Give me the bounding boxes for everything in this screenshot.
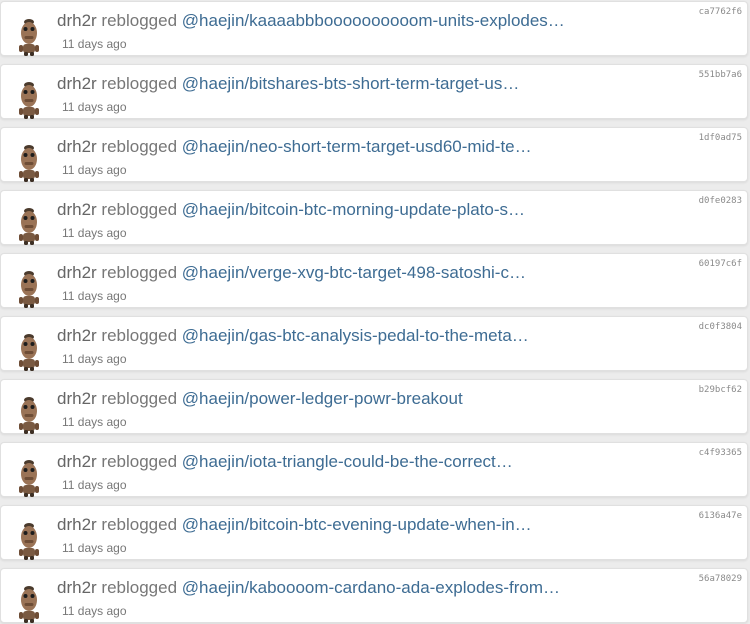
activity-line: drh2r reblogged @haejin/neo-short-term-t… (57, 137, 532, 157)
robot-avatar-icon[interactable] (15, 14, 43, 56)
feed-item: drh2r reblogged @haejin/power-ledger-pow… (0, 379, 748, 434)
feed-item: drh2r reblogged @haejin/bitcoin-btc-morn… (0, 190, 748, 245)
transaction-hash[interactable]: d0fe0283 (699, 196, 742, 206)
feed-item: drh2r reblogged @haejin/kaaaabbboooooooo… (0, 1, 748, 56)
timestamp: 11 days ago (62, 289, 127, 303)
transaction-hash[interactable]: 1df0ad75 (699, 133, 742, 143)
robot-avatar-icon[interactable] (15, 140, 43, 182)
activity-line: drh2r reblogged @haejin/verge-xvg-btc-ta… (57, 263, 526, 283)
post-link[interactable]: @haejin/kaboooom-cardano-ada-explodes-fr… (182, 578, 560, 597)
activity-line: drh2r reblogged @haejin/power-ledger-pow… (57, 389, 463, 409)
author-name[interactable]: drh2r (57, 389, 97, 408)
timestamp: 11 days ago (62, 352, 127, 366)
transaction-hash[interactable]: ca7762f6 (699, 7, 742, 17)
post-link[interactable]: @haejin/bitcoin-btc-evening-update-when-… (182, 515, 532, 534)
timestamp: 11 days ago (62, 226, 127, 240)
robot-avatar-icon[interactable] (15, 77, 43, 119)
activity-line: drh2r reblogged @haejin/kaboooom-cardano… (57, 578, 560, 598)
activity-verb: reblogged (101, 11, 178, 30)
author-name[interactable]: drh2r (57, 200, 97, 219)
robot-avatar-icon[interactable] (15, 266, 43, 308)
activity-line: drh2r reblogged @haejin/gas-btc-analysis… (57, 326, 529, 346)
activity-verb: reblogged (101, 326, 178, 345)
transaction-hash[interactable]: c4f93365 (699, 448, 742, 458)
activity-verb: reblogged (101, 515, 178, 534)
author-name[interactable]: drh2r (57, 578, 97, 597)
feed-item: drh2r reblogged @haejin/kaboooom-cardano… (0, 568, 748, 623)
post-link[interactable]: @haejin/neo-short-term-target-usd60-mid-… (182, 137, 532, 156)
feed-item: drh2r reblogged @haejin/neo-short-term-t… (0, 127, 748, 182)
post-link[interactable]: @haejin/bitshares-bts-short-term-target-… (182, 74, 520, 93)
activity-line: drh2r reblogged @haejin/bitshares-bts-sh… (57, 74, 519, 94)
transaction-hash[interactable]: 56a78029 (699, 574, 742, 584)
activity-verb: reblogged (101, 263, 178, 282)
activity-verb: reblogged (101, 74, 178, 93)
transaction-hash[interactable]: dc0f3804 (699, 322, 742, 332)
author-name[interactable]: drh2r (57, 11, 97, 30)
timestamp: 11 days ago (62, 163, 127, 177)
timestamp: 11 days ago (62, 478, 127, 492)
robot-avatar-icon[interactable] (15, 329, 43, 371)
activity-verb: reblogged (101, 452, 178, 471)
activity-verb: reblogged (101, 578, 178, 597)
feed-item: drh2r reblogged @haejin/bitcoin-btc-even… (0, 505, 748, 560)
post-link[interactable]: @haejin/gas-btc-analysis-pedal-to-the-me… (182, 326, 529, 345)
transaction-hash[interactable]: 60197c6f (699, 259, 742, 269)
post-link[interactable]: @haejin/bitcoin-btc-morning-update-plato… (182, 200, 525, 219)
feed-item: drh2r reblogged @haejin/gas-btc-analysis… (0, 316, 748, 371)
feed-item: drh2r reblogged @haejin/bitshares-bts-sh… (0, 64, 748, 119)
activity-line: drh2r reblogged @haejin/kaaaabbboooooooo… (57, 11, 565, 31)
activity-verb: reblogged (101, 389, 178, 408)
timestamp: 11 days ago (62, 604, 127, 618)
post-link[interactable]: @haejin/kaaaabbboooooooooom-units-explod… (182, 11, 565, 30)
activity-feed: drh2r reblogged @haejin/kaaaabbboooooooo… (0, 0, 750, 624)
activity-verb: reblogged (101, 137, 178, 156)
feed-item: drh2r reblogged @haejin/verge-xvg-btc-ta… (0, 253, 748, 308)
transaction-hash[interactable]: 6136a47e (699, 511, 742, 521)
author-name[interactable]: drh2r (57, 515, 97, 534)
author-name[interactable]: drh2r (57, 452, 97, 471)
author-name[interactable]: drh2r (57, 326, 97, 345)
author-name[interactable]: drh2r (57, 263, 97, 282)
activity-line: drh2r reblogged @haejin/iota-triangle-co… (57, 452, 513, 472)
robot-avatar-icon[interactable] (15, 203, 43, 245)
post-link[interactable]: @haejin/power-ledger-powr-breakout (182, 389, 463, 408)
robot-avatar-icon[interactable] (15, 518, 43, 560)
transaction-hash[interactable]: b29bcf62 (699, 385, 742, 395)
robot-avatar-icon[interactable] (15, 581, 43, 623)
activity-line: drh2r reblogged @haejin/bitcoin-btc-even… (57, 515, 532, 535)
timestamp: 11 days ago (62, 37, 127, 51)
post-link[interactable]: @haejin/verge-xvg-btc-target-498-satoshi… (182, 263, 526, 282)
post-link[interactable]: @haejin/iota-triangle-could-be-the-corre… (182, 452, 513, 471)
author-name[interactable]: drh2r (57, 74, 97, 93)
timestamp: 11 days ago (62, 541, 127, 555)
activity-verb: reblogged (101, 200, 178, 219)
timestamp: 11 days ago (62, 415, 127, 429)
activity-line: drh2r reblogged @haejin/bitcoin-btc-morn… (57, 200, 525, 220)
timestamp: 11 days ago (62, 100, 127, 114)
transaction-hash[interactable]: 551bb7a6 (699, 70, 742, 80)
robot-avatar-icon[interactable] (15, 392, 43, 434)
author-name[interactable]: drh2r (57, 137, 97, 156)
feed-item: drh2r reblogged @haejin/iota-triangle-co… (0, 442, 748, 497)
robot-avatar-icon[interactable] (15, 455, 43, 497)
